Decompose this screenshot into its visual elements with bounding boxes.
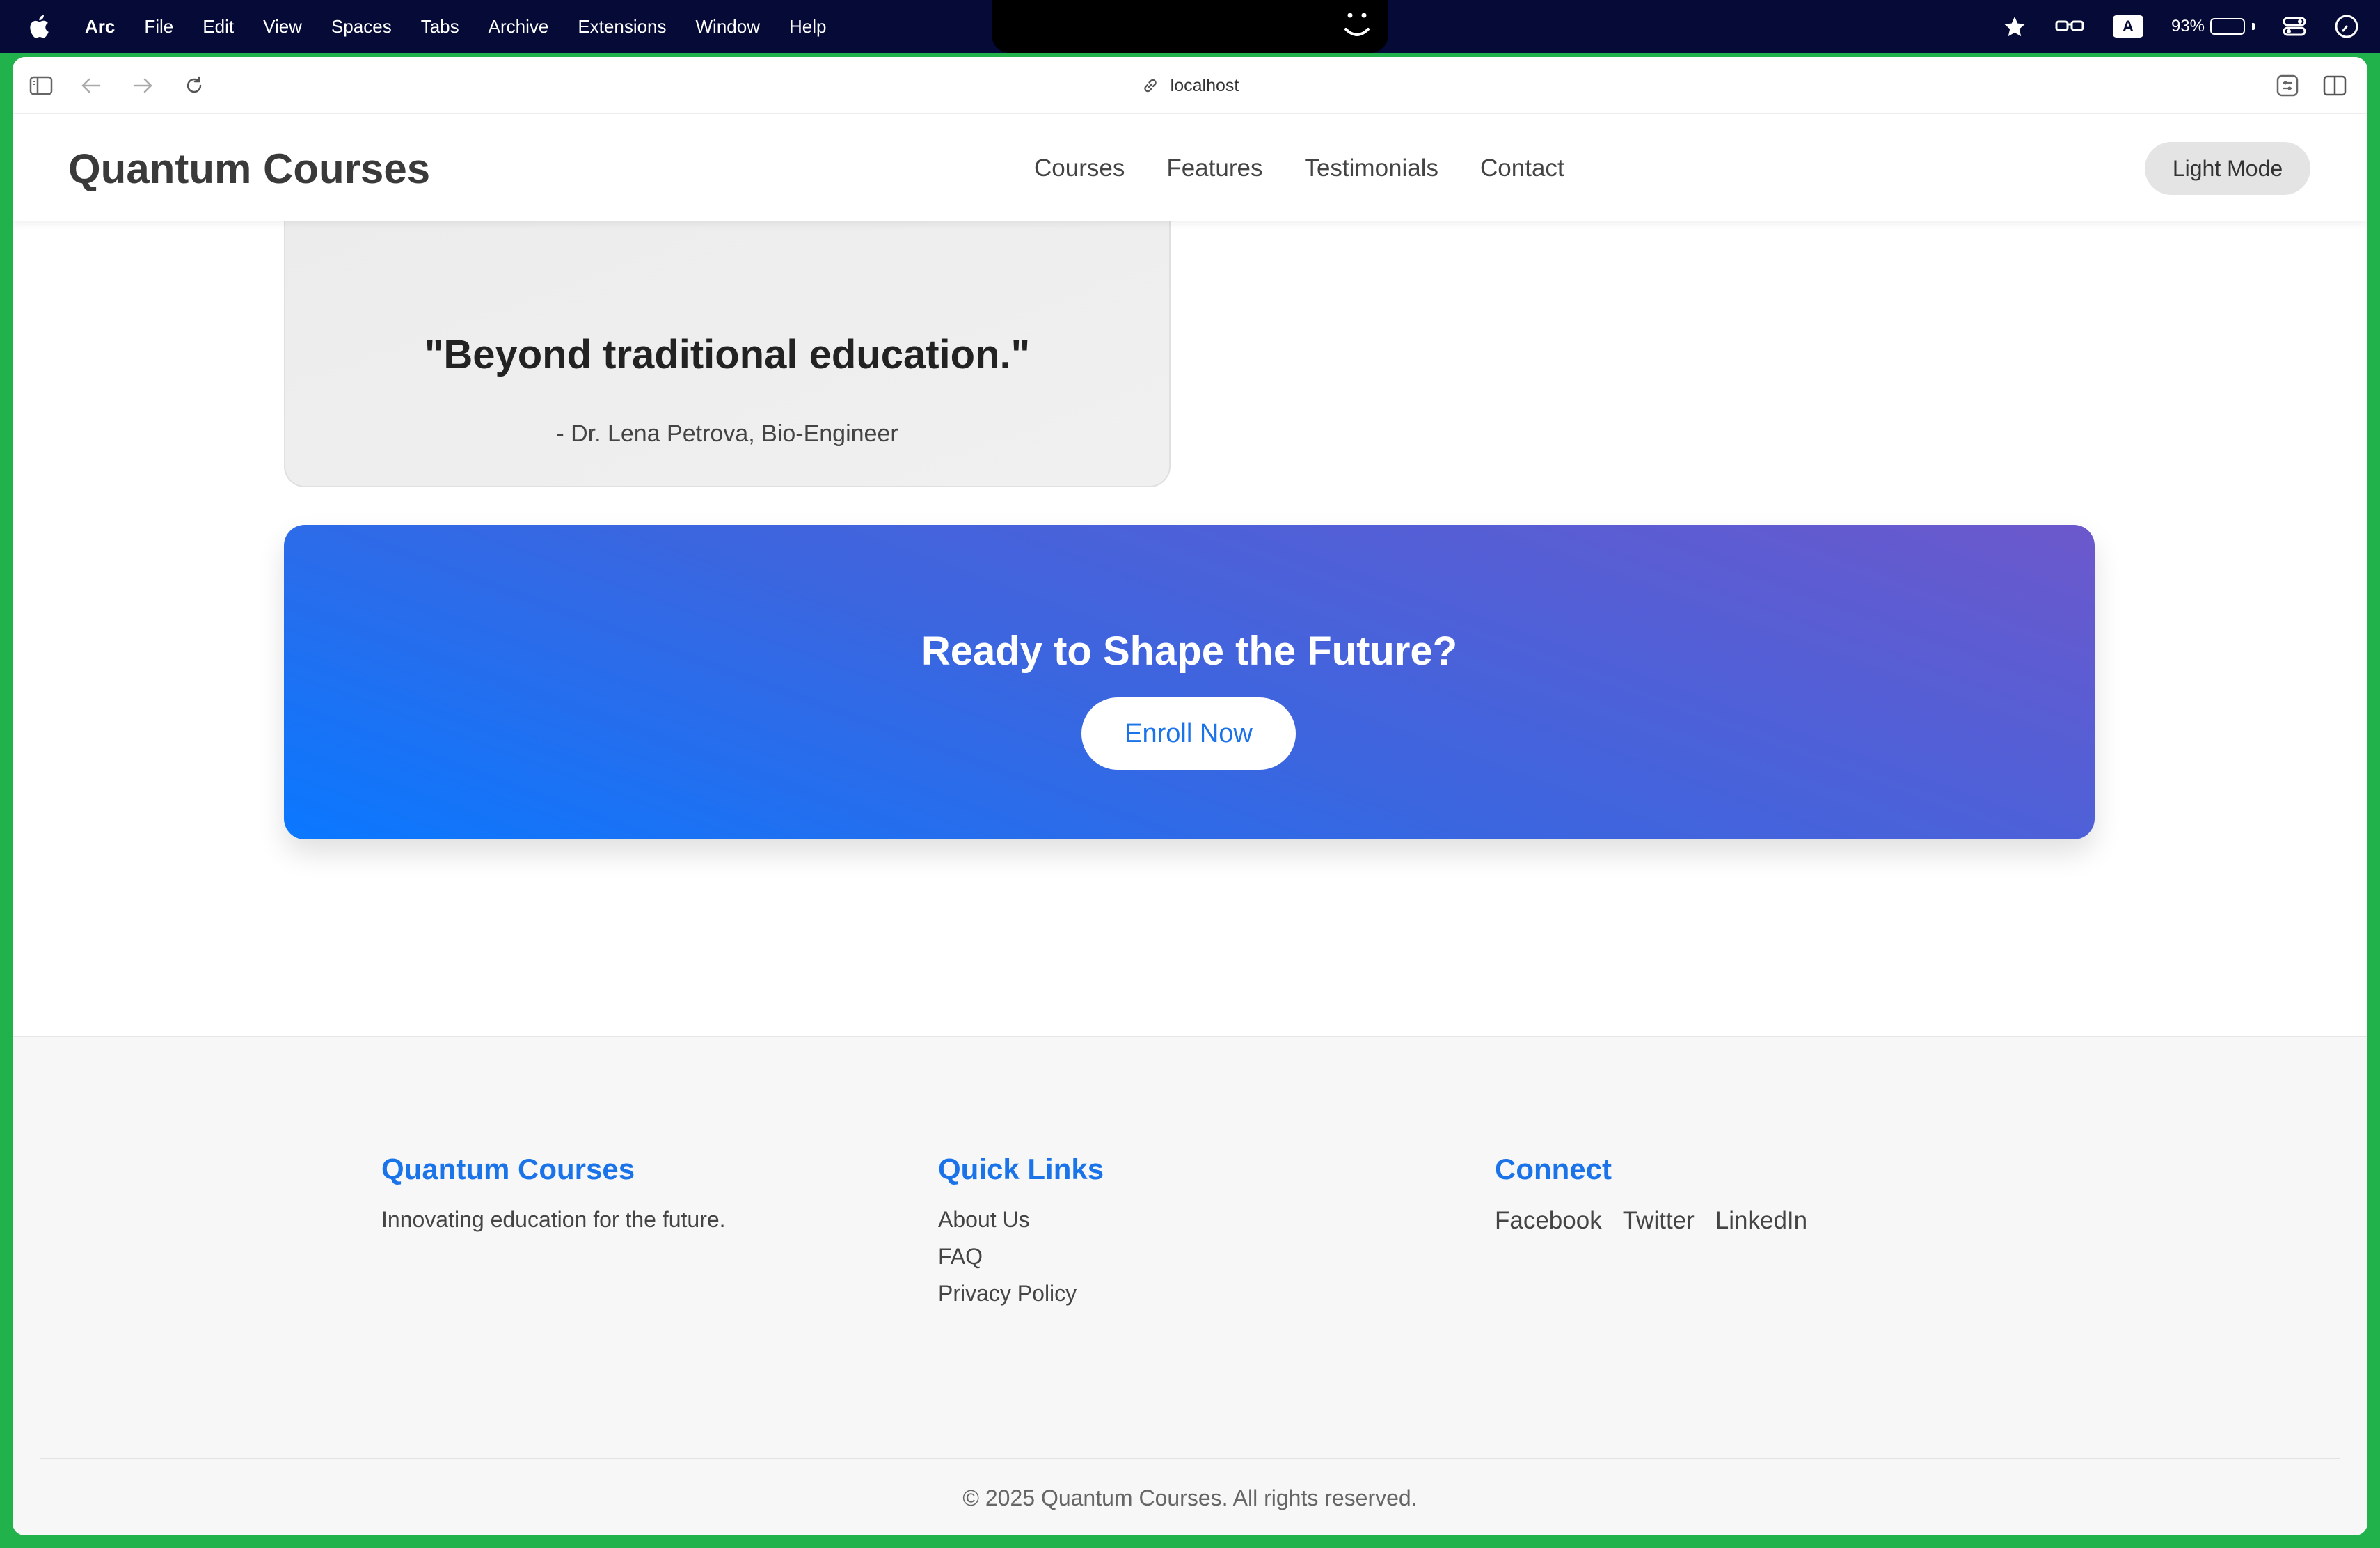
menu-tabs[interactable]: Tabs [421,16,459,38]
control-center-icon[interactable] [2283,16,2306,37]
url-text: localhost [1170,75,1239,95]
main-nav: Courses Features Testimonials Contact [1034,155,1564,182]
camera-notch [992,0,1388,53]
site-logo[interactable]: Quantum Courses [68,145,430,193]
nav-testimonials[interactable]: Testimonials [1304,155,1438,182]
footer-link-twitter[interactable]: Twitter [1623,1207,1695,1235]
keyboard-input-icon[interactable]: A [2112,15,2143,38]
battery-status[interactable]: 93% [2171,17,2255,36]
enroll-now-button[interactable]: Enroll Now [1081,697,1296,770]
battery-icon [2210,18,2245,35]
menu-view[interactable]: View [263,16,302,38]
testimonial-card: "Beyond traditional education." - Dr. Le… [284,182,1171,487]
battery-percent: 93% [2171,17,2205,35]
cta-title: Ready to Shape the Future? [921,629,1458,674]
footer-connect-column: Connect Facebook Twitter LinkedIn [1495,1153,1807,1235]
browser-toolbar: localhost [13,57,2367,114]
menu-help[interactable]: Help [789,16,826,38]
cta-banner: Ready to Shape the Future? Enroll Now [284,525,2095,839]
star-icon[interactable] [2003,15,2026,38]
menu-archive[interactable]: Archive [489,16,549,38]
footer-brand-title: Quantum Courses [381,1153,635,1185]
testimonial-author: - Dr. Lena Petrova, Bio-Engineer [556,420,898,447]
site-header: Quantum Courses Courses Features Testimo… [13,114,2367,221]
address-bar[interactable]: localhost [13,57,2367,114]
nav-courses[interactable]: Courses [1034,155,1125,182]
smiley-face-icon[interactable] [1339,6,1375,45]
link-icon [1143,79,1157,93]
apple-icon[interactable] [26,13,50,40]
menu-spaces[interactable]: Spaces [331,16,392,38]
menu-file[interactable]: File [144,16,173,38]
footer-connect-title: Connect [1495,1153,1612,1185]
footer-link-linkedin[interactable]: LinkedIn [1715,1207,1807,1235]
footer-link-privacy[interactable]: Privacy Policy [938,1281,1104,1306]
footer-link-about[interactable]: About Us [938,1207,1104,1233]
testimonial-quote: "Beyond traditional education." [424,332,1031,377]
footer-link-facebook[interactable]: Facebook [1495,1207,1602,1235]
footer-link-faq[interactable]: FAQ [938,1244,1104,1270]
menu-edit[interactable]: Edit [203,16,234,38]
browser-window: localhost Quantum Courses Courses Featur… [13,57,2367,1535]
site-footer: Quantum Courses Innovating education for… [13,1036,2367,1535]
footer-brand-text: Innovating education for the future. [381,1207,726,1232]
site-controls-icon[interactable] [2273,71,2302,100]
menu-app-name[interactable]: Arc [85,16,115,38]
nav-features[interactable]: Features [1166,155,1262,182]
menu-window[interactable]: Window [696,16,760,38]
footer-quick-links-title: Quick Links [938,1153,1104,1185]
nav-contact[interactable]: Contact [1480,155,1564,182]
macos-menu-bar: Arc File Edit View Spaces Tabs Archive E… [0,0,2380,53]
menu-extensions[interactable]: Extensions [578,16,666,38]
footer-copyright: © 2025 Quantum Courses. All rights reser… [962,1485,1418,1510]
footer-brand-column: Quantum Courses Innovating education for… [381,1153,726,1233]
clock-icon[interactable] [2334,14,2359,39]
theme-toggle-button[interactable]: Light Mode [2145,142,2310,195]
footer-divider [40,1458,2340,1459]
footer-quick-links-column: Quick Links About Us FAQ Privacy Policy [938,1153,1104,1306]
glasses-icon[interactable] [2054,16,2085,37]
split-view-icon[interactable] [2320,71,2349,100]
